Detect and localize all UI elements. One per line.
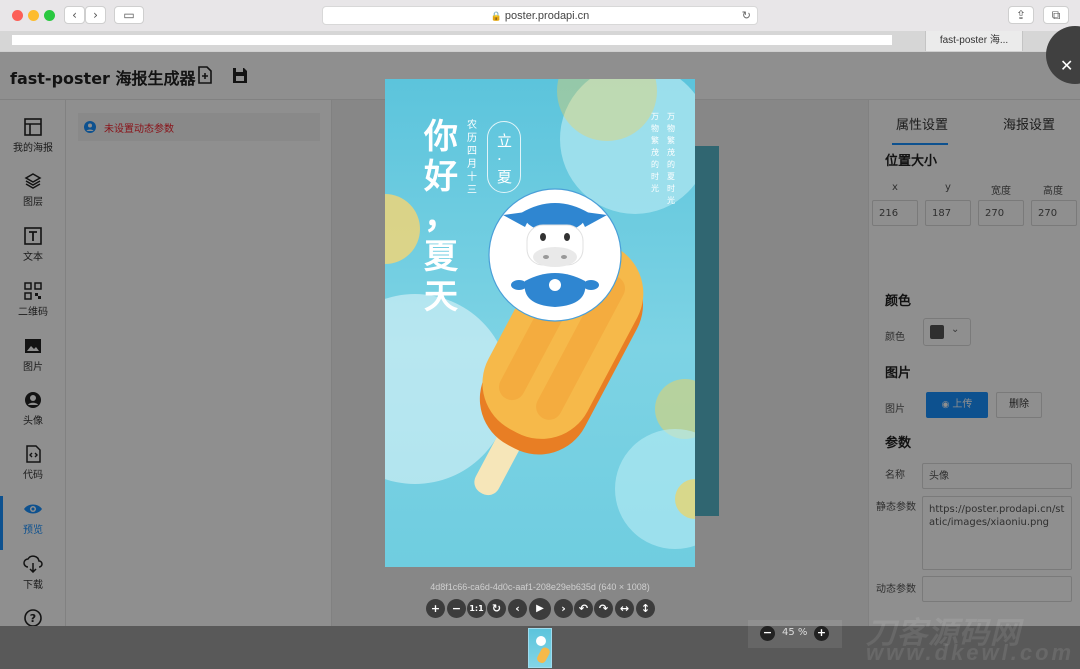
url-text: poster.prodapi.cn [504, 10, 590, 22]
watermark-sub: www.dkewl.com [866, 640, 1075, 665]
prev-button[interactable]: ‹ [508, 599, 527, 618]
poster-preview: 你 好 ， 夏 天 农历四月十三 立·夏 万物繁茂的时光 万物繁茂的夏时光 [385, 79, 695, 567]
lunar-date: 农历四月十三 [467, 120, 477, 196]
browser-chrome: ‹ › ▭ 🔒 poster.prodapi.cn ↻ ⇪ ⧉ fast-post… [0, 0, 1080, 52]
reset-button[interactable]: ↻ [487, 599, 506, 618]
lock-icon: 🔒 [490, 11, 502, 21]
zoom-window-dot[interactable] [44, 10, 55, 21]
tabs-overview-button[interactable]: ⧉ [1043, 6, 1069, 24]
zoom-in-button[interactable]: + [426, 599, 445, 618]
reload-icon[interactable]: ↻ [742, 9, 751, 22]
thumbnail-image [536, 636, 550, 664]
headline-char: 你 [424, 117, 458, 157]
rotate-right-button[interactable]: ↷ [594, 599, 613, 618]
zoom-plus-button[interactable]: + [814, 626, 829, 641]
flip-horizontal-button[interactable]: ↔ [615, 599, 634, 618]
actual-size-button[interactable]: 1:1 [467, 599, 486, 618]
poster-headline: 你 好 ， 夏 天 [421, 117, 461, 317]
blank-tab-area [12, 35, 892, 45]
back-button[interactable]: ‹ [64, 6, 85, 24]
zoom-out-button[interactable]: − [447, 599, 466, 618]
tab-strip: fast-poster 海... + [0, 31, 1080, 51]
close-icon: ✕ [1060, 56, 1074, 75]
share-button[interactable]: ⇪ [1008, 6, 1034, 24]
zoom-level: 45 % [782, 627, 808, 638]
poem-column-2: 万物繁茂的夏时光 [667, 112, 675, 205]
poem-column-1: 万物繁茂的时光 [651, 112, 659, 193]
minimize-window-dot[interactable] [28, 10, 39, 21]
flip-vertical-button[interactable]: ↕ [636, 599, 655, 618]
forward-button[interactable]: › [85, 6, 106, 24]
season-badge: 立·夏 [487, 121, 521, 193]
active-tab[interactable]: fast-poster 海... [925, 31, 1023, 51]
close-window-dot[interactable] [12, 10, 23, 21]
poster-caption: 4d8f1c66-ca6d-4d0c-aaf1-208e29eb635d (64… [430, 582, 650, 592]
season-text: 立·夏 [497, 132, 513, 186]
poster-thumbnail[interactable] [528, 628, 552, 668]
sidebar-toggle-button[interactable]: ▭ [114, 6, 144, 24]
headline-char: 夏 [424, 237, 458, 277]
address-bar[interactable]: 🔒 poster.prodapi.cn ↻ [322, 6, 758, 25]
headline-char: ， [424, 197, 458, 237]
headline-char: 天 [424, 277, 458, 317]
zoom-minus-button[interactable]: − [760, 626, 775, 641]
headline-char: 好 [424, 157, 458, 197]
rotate-left-button[interactable]: ↶ [574, 599, 593, 618]
play-button[interactable]: ▶ [529, 598, 551, 620]
next-button[interactable]: › [554, 599, 573, 618]
